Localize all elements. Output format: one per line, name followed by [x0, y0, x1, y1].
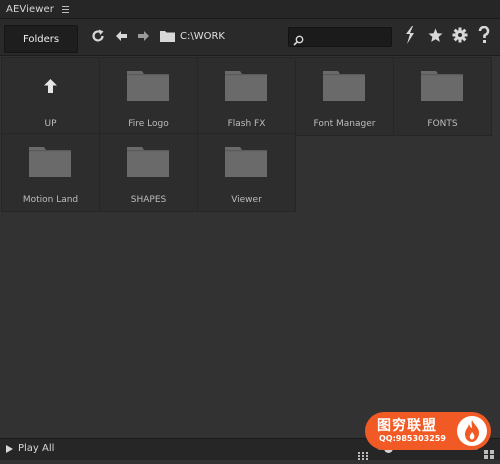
search-box[interactable]: [288, 27, 392, 47]
folder-item[interactable]: SHAPES: [99, 133, 198, 212]
play-icon: [6, 444, 13, 453]
folder-item[interactable]: Viewer: [197, 133, 296, 212]
folder-icon: [225, 145, 267, 181]
watermark-title: 图穷联盟: [377, 418, 437, 434]
small-thumbnails-icon[interactable]: [358, 445, 368, 464]
up-button[interactable]: UP: [1, 57, 100, 136]
help-icon[interactable]: [478, 26, 490, 44]
folder-label: Flash FX: [227, 119, 266, 129]
play-all-label: Play All: [18, 443, 55, 454]
forward-arrow-icon[interactable]: [138, 31, 149, 41]
back-arrow-icon[interactable]: [116, 31, 127, 41]
folder-item[interactable]: Fire Logo: [99, 57, 198, 136]
search-icon: [293, 31, 304, 50]
watermark-badge: 图穷联盟 QQ:985303259: [365, 412, 491, 450]
folder-icon: [421, 69, 463, 105]
app-title: AEViewer: [6, 3, 54, 15]
folder-label: FONTS: [427, 119, 458, 129]
hamburger-menu-icon[interactable]: [61, 5, 69, 13]
folder-item[interactable]: Motion Land: [1, 133, 100, 212]
folder-label: Motion Land: [22, 195, 79, 205]
folder-label: SHAPES: [130, 195, 167, 205]
folder-label: Font Manager: [313, 119, 376, 129]
watermark-subtitle: QQ:985303259: [379, 434, 446, 443]
search-input[interactable]: [305, 28, 387, 46]
folder-label: Viewer: [231, 195, 262, 205]
large-thumbnails-icon[interactable]: [484, 444, 494, 463]
folder-label: Fire Logo: [128, 119, 169, 129]
folder-icon: [160, 30, 175, 42]
folder-icon: [127, 145, 169, 181]
play-all-button[interactable]: Play All: [6, 443, 54, 454]
tab-folders[interactable]: Folders: [4, 25, 78, 53]
folder-icon: [127, 69, 169, 105]
star-icon[interactable]: [428, 28, 443, 43]
folder-icon: [29, 145, 71, 181]
folder-item[interactable]: Font Manager: [295, 57, 394, 136]
folder-label: UP: [44, 119, 57, 129]
bolt-icon[interactable]: [404, 26, 416, 44]
folder-item[interactable]: FONTS: [393, 57, 492, 136]
folder-item[interactable]: Flash FX: [197, 57, 296, 136]
refresh-icon[interactable]: [90, 28, 106, 44]
gear-icon[interactable]: [452, 27, 468, 43]
folder-icon: [323, 69, 365, 105]
title-bar: AEViewer: [0, 0, 500, 19]
folder-icon: [225, 69, 267, 105]
current-path: C:\WORK: [180, 31, 225, 42]
flame-logo-icon: [457, 416, 487, 446]
toolbar: Folders C:\WORK: [0, 19, 500, 56]
up-arrow-icon: [44, 78, 57, 97]
